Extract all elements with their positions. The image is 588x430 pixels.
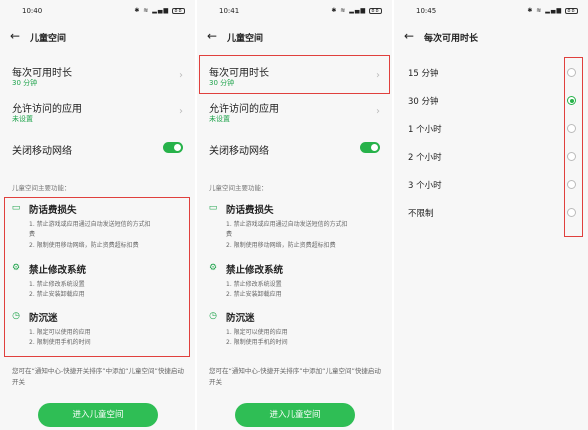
feature-line: 2. 限制使用手机的时间 — [226, 339, 288, 346]
status-time: 10:41 — [219, 7, 240, 15]
feature-title: 防话费损失 — [29, 205, 77, 216]
duration-setting-row[interactable]: 每次可用时长 30 分钟 › — [197, 60, 392, 94]
battery-icon: 88 — [369, 7, 382, 14]
features-heading: 儿童空间主要功能： — [12, 184, 71, 192]
duration-option[interactable]: 3 个小时 — [394, 171, 588, 199]
chat-bubble-icon: ▭ — [11, 203, 21, 213]
status-time: 10:40 — [22, 7, 43, 15]
gear-icon: ⚙ — [11, 263, 21, 273]
status-time: 10:45 — [416, 7, 437, 15]
feature-line: 1. 禁止游戏或应用通过自动发送短信的方式扣 — [29, 221, 151, 228]
mobile-network-row: 关闭移动网络 — [0, 138, 195, 172]
page-title: 每次可用时长 — [424, 34, 479, 44]
duration-value: 30 分钟 — [209, 79, 235, 87]
duration-value: 30 分钟 — [12, 79, 38, 87]
mobile-network-row: 关闭移动网络 — [197, 138, 392, 172]
clock-icon: ◷ — [209, 311, 217, 321]
option-label: 1 个小时 — [408, 125, 442, 135]
allowed-apps-value: 未设置 — [12, 115, 33, 123]
status-icons: ✱ ≋ ▂▄▆ 88 — [527, 7, 578, 14]
screen-children-space-2: 10:41 ✱ ≋ ▂▄▆ 88 ← 儿童空间 每次可用时长 30 分钟 › 允… — [197, 0, 392, 430]
enter-children-space-button[interactable]: 进入儿童空间 — [38, 403, 158, 427]
duration-label: 每次可用时长 — [209, 68, 269, 79]
battery-icon: 88 — [565, 7, 578, 14]
option-label: 不限制 — [408, 209, 434, 219]
duration-option[interactable]: 15 分钟 — [394, 59, 588, 87]
duration-option[interactable]: 2 个小时 — [394, 143, 588, 171]
allowed-apps-label: 允许访问的应用 — [209, 104, 279, 115]
page-header: ← 儿童空间 — [197, 28, 392, 48]
allowed-apps-value: 未设置 — [209, 115, 230, 123]
feature-line: 2. 限制使用手机的时间 — [29, 339, 91, 346]
feature-line: 2. 限制使用移动网络，防止资费超标扣费 — [226, 242, 336, 249]
allowed-apps-row[interactable]: 允许访问的应用 未设置 › — [0, 96, 195, 130]
radio-button[interactable] — [567, 152, 576, 161]
panel-divider — [195, 0, 197, 430]
back-arrow-icon[interactable]: ← — [404, 29, 414, 43]
feature-line: 1. 限定可以使用的应用 — [29, 329, 91, 336]
feature-line: 费 — [29, 231, 36, 238]
feature-line: 1. 限定可以使用的应用 — [226, 329, 288, 336]
feature-title: 防沉迷 — [29, 313, 58, 324]
radio-button[interactable] — [567, 124, 576, 133]
duration-option[interactable]: 不限制 — [394, 199, 588, 227]
allowed-apps-row[interactable]: 允许访问的应用 未设置 › — [197, 96, 392, 130]
feature-title: 防话费损失 — [226, 205, 274, 216]
feature-line: 费 — [226, 231, 233, 238]
allowed-apps-label: 允许访问的应用 — [12, 104, 82, 115]
mobile-network-toggle[interactable] — [360, 142, 380, 153]
mobile-network-toggle[interactable] — [163, 142, 183, 153]
mobile-network-label: 关闭移动网络 — [12, 146, 72, 157]
radio-button[interactable] — [567, 68, 576, 77]
back-arrow-icon[interactable]: ← — [10, 29, 20, 43]
gear-icon: ⚙ — [208, 263, 218, 273]
option-label: 30 分钟 — [408, 97, 439, 107]
shortcut-tip: 您可在“通知中心-快捷开关排序”中添加“儿童空间”快捷启动开关 — [209, 367, 381, 386]
duration-label: 每次可用时长 — [12, 68, 72, 79]
status-bar: 10:40 ✱ ≋ ▂▄▆ 88 — [0, 0, 195, 22]
battery-icon: 88 — [172, 7, 185, 14]
status-bar: 10:41 ✱ ≋ ▂▄▆ 88 — [197, 0, 392, 22]
option-label: 3 个小时 — [408, 181, 442, 191]
feature-line: 2. 限制使用移动网络，防止资费超标扣费 — [29, 242, 139, 249]
feature-line: 1. 禁止修改系统设置 — [226, 281, 282, 288]
features-heading: 儿童空间主要功能： — [209, 184, 268, 192]
feature-title: 禁止修改系统 — [226, 265, 284, 276]
radio-button-selected[interactable] — [567, 96, 576, 105]
chat-bubble-icon: ▭ — [208, 203, 218, 213]
feature-line: 1. 禁止修改系统设置 — [29, 281, 85, 288]
clock-icon: ◷ — [12, 311, 20, 321]
page-title: 儿童空间 — [227, 34, 264, 44]
chevron-right-icon: › — [179, 106, 183, 117]
feature-title: 防沉迷 — [226, 313, 255, 324]
chevron-right-icon: › — [179, 70, 183, 81]
chevron-right-icon: › — [376, 70, 380, 81]
duration-setting-row[interactable]: 每次可用时长 30 分钟 › — [0, 60, 195, 94]
feature-line: 2. 禁止安装卸载应用 — [29, 291, 85, 298]
status-bar: 10:45 ✱ ≋ ▂▄▆ 88 — [394, 0, 588, 22]
feature-title: 禁止修改系统 — [29, 265, 87, 276]
feature-line: 2. 禁止安装卸载应用 — [226, 291, 282, 298]
shortcut-tip: 您可在“通知中心-快捷开关排序”中添加“儿童空间”快捷启动开关 — [12, 367, 184, 386]
status-icons: ✱ ≋ ▂▄▆ 88 — [331, 7, 382, 14]
radio-button[interactable] — [567, 208, 576, 217]
screen-children-space-1: 10:40 ✱ ≋ ▂▄▆ 88 ← 儿童空间 每次可用时长 30 分钟 › 允… — [0, 0, 195, 430]
duration-option[interactable]: 30 分钟 — [394, 87, 588, 115]
option-label: 15 分钟 — [408, 69, 439, 79]
feature-line: 1. 禁止游戏或应用通过自动发送短信的方式扣 — [226, 221, 348, 228]
page-title: 儿童空间 — [30, 34, 67, 44]
screen-duration-options: 10:45 ✱ ≋ ▂▄▆ 88 ← 每次可用时长 15 分钟 30 分钟 1 … — [394, 0, 588, 430]
enter-children-space-button[interactable]: 进入儿童空间 — [235, 403, 355, 427]
mobile-network-label: 关闭移动网络 — [209, 146, 269, 157]
chevron-right-icon: › — [376, 106, 380, 117]
page-header: ← 每次可用时长 — [394, 28, 588, 48]
panel-divider — [392, 0, 394, 430]
page-header: ← 儿童空间 — [0, 28, 195, 48]
status-icons: ✱ ≋ ▂▄▆ 88 — [134, 7, 185, 14]
radio-button[interactable] — [567, 180, 576, 189]
back-arrow-icon[interactable]: ← — [207, 29, 217, 43]
duration-option[interactable]: 1 个小时 — [394, 115, 588, 143]
option-label: 2 个小时 — [408, 153, 442, 163]
